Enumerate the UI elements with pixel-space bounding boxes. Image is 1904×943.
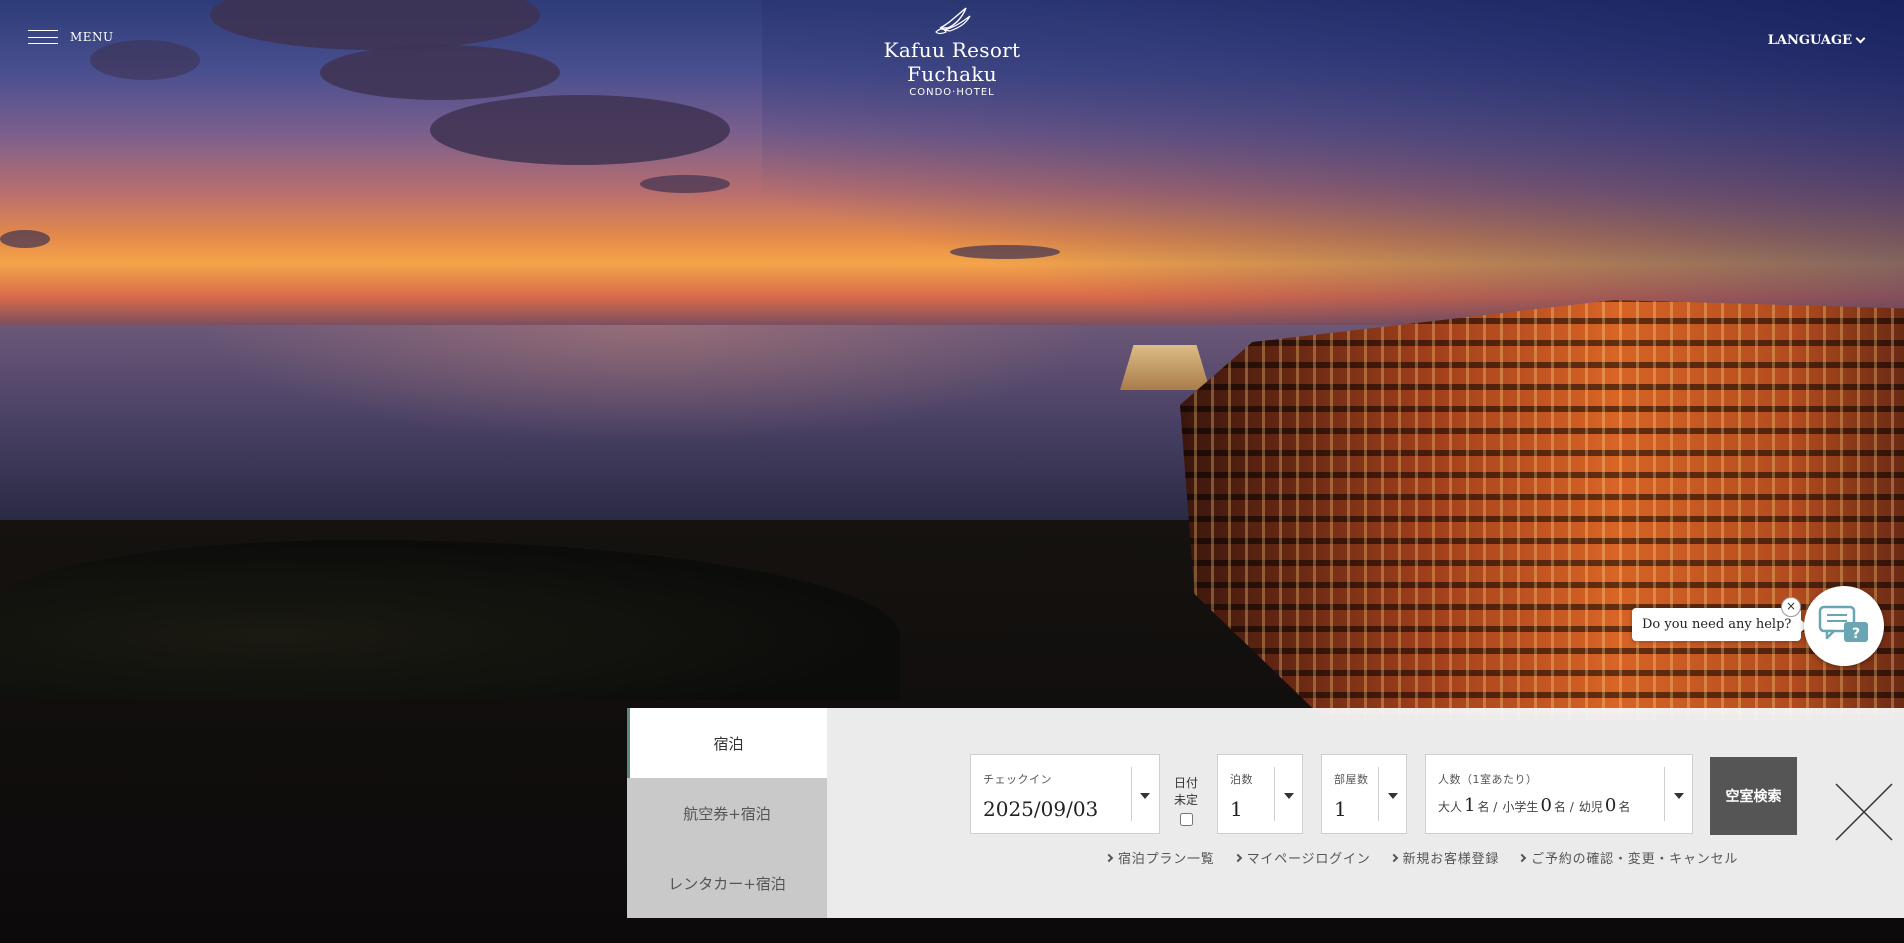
chat-help-icon: ? bbox=[1818, 605, 1868, 642]
caret-down-icon bbox=[1388, 793, 1398, 799]
bird-logo-icon bbox=[935, 7, 971, 35]
checkin-field[interactable]: チェックイン 2025/09/03 bbox=[970, 754, 1160, 834]
caret-down-icon bbox=[1674, 793, 1684, 799]
svg-text:?: ? bbox=[1852, 626, 1860, 642]
chevron-down-icon bbox=[1855, 33, 1866, 44]
checkin-label: チェックイン bbox=[983, 773, 1052, 786]
rooms-select[interactable]: 部屋数 1 bbox=[1321, 754, 1407, 834]
chat-open-button[interactable]: ? bbox=[1804, 586, 1884, 666]
cloud bbox=[640, 175, 730, 193]
child-label: 小学生 bbox=[1502, 800, 1539, 814]
language-label: LANGUAGE bbox=[1767, 33, 1852, 48]
adult-unit: 名 / bbox=[1477, 800, 1498, 814]
child-count: 0 bbox=[1540, 795, 1552, 816]
booking-tabs: 宿泊 航空券+宿泊 レンタカー+宿泊 bbox=[627, 708, 827, 918]
chevron-right-icon bbox=[1517, 853, 1527, 862]
search-label: 空室検索 bbox=[1725, 789, 1782, 805]
link-plan-list[interactable]: 宿泊プラン一覧 bbox=[1104, 848, 1215, 867]
caret-down-icon bbox=[1284, 793, 1294, 799]
adult-label: 大人 bbox=[1438, 800, 1463, 814]
infant-unit: 名 bbox=[1618, 800, 1631, 814]
tab-rentacar-stay[interactable]: レンタカー+宿泊 bbox=[627, 848, 827, 918]
tab-label: レンタカー+宿泊 bbox=[668, 874, 786, 893]
distant-hotel bbox=[1120, 345, 1210, 390]
link-register[interactable]: 新規お客様登録 bbox=[1389, 848, 1500, 867]
rooms-label: 部屋数 bbox=[1334, 773, 1369, 786]
language-selector[interactable]: LANGUAGE bbox=[1767, 33, 1866, 48]
rooms-value: 1 bbox=[1334, 797, 1347, 821]
guests-select[interactable]: 人数（1室あたり） 大人 1 名 / 小学生 0 名 / 幼児 0 名 bbox=[1425, 754, 1693, 834]
chevron-right-icon bbox=[1389, 853, 1398, 862]
close-icon[interactable] bbox=[1834, 782, 1894, 842]
infant-count: 0 bbox=[1604, 795, 1617, 816]
date-undecided-checkbox[interactable] bbox=[1179, 813, 1193, 826]
link-label: マイページログイン bbox=[1246, 852, 1371, 867]
menu-button[interactable]: MENU bbox=[28, 30, 114, 44]
link-label: ご予約の確認・変更・キャンセル bbox=[1531, 852, 1739, 867]
nights-select[interactable]: 泊数 1 bbox=[1217, 754, 1303, 834]
checkin-value: 2025/09/03 bbox=[983, 797, 1099, 821]
link-label: 宿泊プラン一覧 bbox=[1118, 852, 1215, 867]
guests-label: 人数（1室あたり） bbox=[1438, 773, 1538, 786]
search-availability-button[interactable]: 空室検索 bbox=[1710, 757, 1797, 835]
logo-name: Kafuu Resort Fuchaku bbox=[883, 38, 1021, 86]
guests-summary: 大人 1 名 / 小学生 0 名 / 幼児 0 名 bbox=[1438, 795, 1630, 816]
date-undecided: 日付 未定 bbox=[1172, 775, 1200, 831]
nights-label: 泊数 bbox=[1230, 773, 1253, 786]
chat-close-icon[interactable]: × bbox=[1781, 597, 1801, 617]
undecided-line2: 未定 bbox=[1173, 793, 1198, 807]
undecided-line1: 日付 bbox=[1173, 776, 1198, 790]
divider bbox=[1378, 767, 1379, 821]
hamburger-icon bbox=[28, 30, 58, 44]
link-label: 新規お客様登録 bbox=[1402, 852, 1500, 867]
chat-prompt-text: Do you need any help? bbox=[1642, 617, 1792, 632]
infant-label: 幼児 bbox=[1578, 800, 1603, 814]
tab-label: 航空券+宿泊 bbox=[683, 804, 771, 823]
chevron-right-icon bbox=[1104, 853, 1114, 862]
caret-down-icon bbox=[1140, 793, 1150, 799]
tab-label: 宿泊 bbox=[713, 734, 744, 753]
adult-count: 1 bbox=[1464, 795, 1476, 816]
divider bbox=[1274, 767, 1275, 821]
chevron-right-icon bbox=[1233, 853, 1242, 862]
nights-value: 1 bbox=[1230, 797, 1243, 821]
menu-label: MENU bbox=[70, 30, 114, 44]
divider bbox=[1664, 767, 1665, 821]
link-reservation-manage[interactable]: ご予約の確認・変更・キャンセル bbox=[1517, 848, 1739, 867]
booking-links: 宿泊プラン一覧 マイページログイン 新規お客様登録 ご予約の確認・変更・キャンセ… bbox=[1104, 848, 1739, 867]
tab-flight-stay[interactable]: 航空券+宿泊 bbox=[627, 778, 827, 848]
child-unit: 名 / bbox=[1553, 800, 1574, 814]
sea-glow bbox=[200, 325, 1100, 445]
logo[interactable]: Kafuu Resort Fuchaku CONDO·HOTEL bbox=[846, 6, 1058, 98]
cloud bbox=[950, 245, 1060, 259]
link-mypage-login[interactable]: マイページログイン bbox=[1233, 848, 1371, 867]
hotel-lights bbox=[1180, 300, 1904, 720]
cloud bbox=[0, 230, 50, 248]
cloud bbox=[320, 45, 560, 100]
cloud bbox=[90, 40, 200, 80]
chat-prompt-bubble[interactable]: Do you need any help? bbox=[1632, 608, 1809, 641]
divider bbox=[1131, 767, 1132, 821]
cloud bbox=[430, 95, 730, 165]
logo-subtitle: CONDO·HOTEL bbox=[909, 87, 995, 98]
tab-stay[interactable]: 宿泊 bbox=[627, 708, 827, 778]
